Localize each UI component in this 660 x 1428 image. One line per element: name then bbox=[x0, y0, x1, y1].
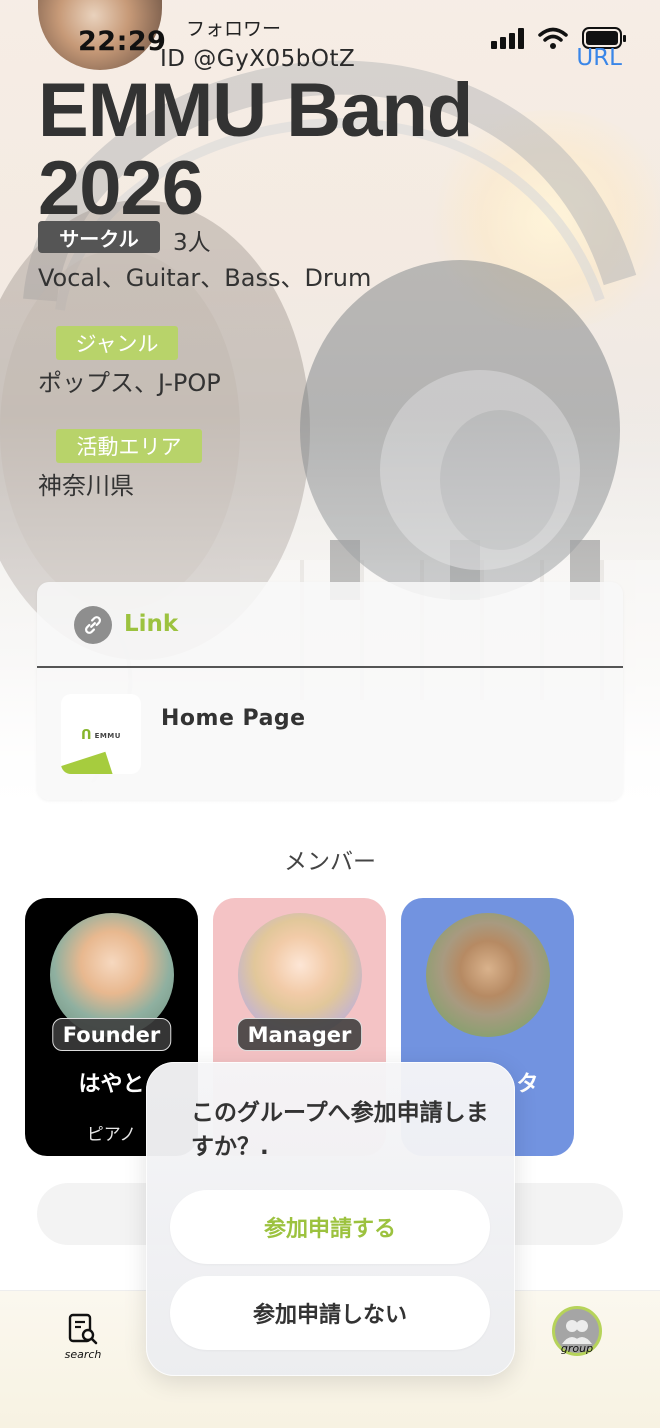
status-time: 22:29 bbox=[78, 26, 167, 57]
join-request-dialog: このグループへ参加申請しますか？. 参加申請する 参加申請しない bbox=[146, 1062, 515, 1376]
nav-group-tab[interactable]: group bbox=[548, 1306, 606, 1356]
parts-list: Vocal、Guitar、Bass、Drum bbox=[38, 264, 372, 292]
link-header: Link bbox=[37, 582, 623, 668]
area-value: 神奈川県 bbox=[38, 472, 134, 500]
nav-search-tab[interactable]: search bbox=[52, 1312, 114, 1361]
group-title: EMMU Band 2026 bbox=[38, 68, 473, 231]
followers-label: フォロワー bbox=[186, 18, 282, 40]
url-link[interactable]: URL bbox=[576, 45, 622, 71]
member-role-badge: Founder bbox=[51, 1018, 172, 1051]
link-icon bbox=[74, 606, 112, 644]
nav-group-label: group bbox=[560, 1342, 594, 1355]
group-type-badge: サークル bbox=[38, 221, 160, 253]
confirm-join-button[interactable]: 参加申請する bbox=[170, 1190, 490, 1264]
member-count: 3人 bbox=[173, 230, 211, 256]
wifi-icon bbox=[538, 27, 568, 49]
link-card: Link ᑎ EMMU Home Page bbox=[37, 582, 623, 800]
genre-tag: ジャンル bbox=[56, 326, 178, 360]
dialog-message: このグループへ参加申請しますか？. bbox=[191, 1100, 489, 1160]
member-avatar bbox=[426, 913, 550, 1037]
member-role-badge: Manager bbox=[236, 1018, 363, 1051]
homepage-link[interactable]: Home Page bbox=[161, 706, 306, 731]
link-header-label: Link bbox=[124, 611, 179, 637]
area-tag: 活動エリア bbox=[56, 429, 202, 463]
genre-value: ポップス、J-POP bbox=[38, 369, 221, 397]
search-icon bbox=[68, 1313, 98, 1345]
cancel-join-button[interactable]: 参加申請しない bbox=[170, 1276, 490, 1350]
emmu-logo: ᑎ EMMU bbox=[81, 728, 121, 743]
cellular-signal-icon bbox=[491, 27, 524, 49]
homepage-thumbnail[interactable]: ᑎ EMMU bbox=[61, 694, 141, 774]
members-heading: メンバー bbox=[284, 849, 376, 875]
nav-search-label: search bbox=[64, 1348, 102, 1361]
